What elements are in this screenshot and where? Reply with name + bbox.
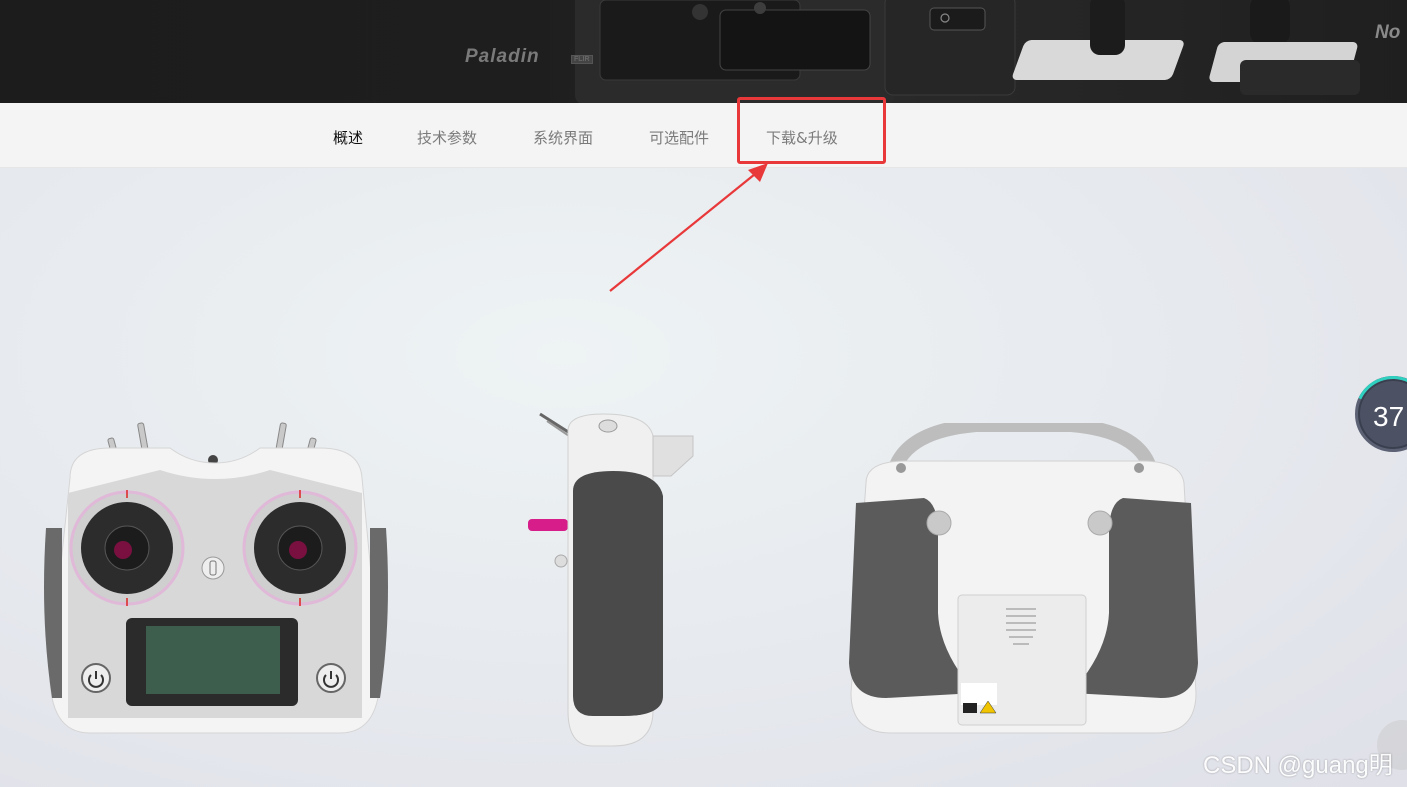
transmitter-side-image — [528, 412, 694, 747]
top-banner: Paladin FLIR No — [0, 0, 1407, 103]
annotation-arrow — [609, 163, 768, 292]
transmitter-back-image — [849, 423, 1198, 734]
nav-tab-system-ui[interactable]: 系统界面 — [533, 127, 593, 148]
transmitter-front-image — [44, 422, 388, 734]
banner-product-imagery — [575, 0, 1360, 103]
nav-tab-specs[interactable]: 技术参数 — [417, 127, 477, 148]
annotation-highlight-box — [737, 97, 886, 164]
csdn-watermark: CSDN @guang明 — [1203, 752, 1393, 779]
banner-brand-right: No — [1375, 22, 1401, 43]
banner-brand-sub: FLIR — [571, 55, 593, 64]
product-showcase — [0, 163, 1407, 787]
nav-tab-overview[interactable]: 概述 — [333, 127, 363, 148]
nav-tab-accessories[interactable]: 可选配件 — [649, 127, 709, 148]
banner-brand-logo: Paladin — [465, 46, 540, 67]
